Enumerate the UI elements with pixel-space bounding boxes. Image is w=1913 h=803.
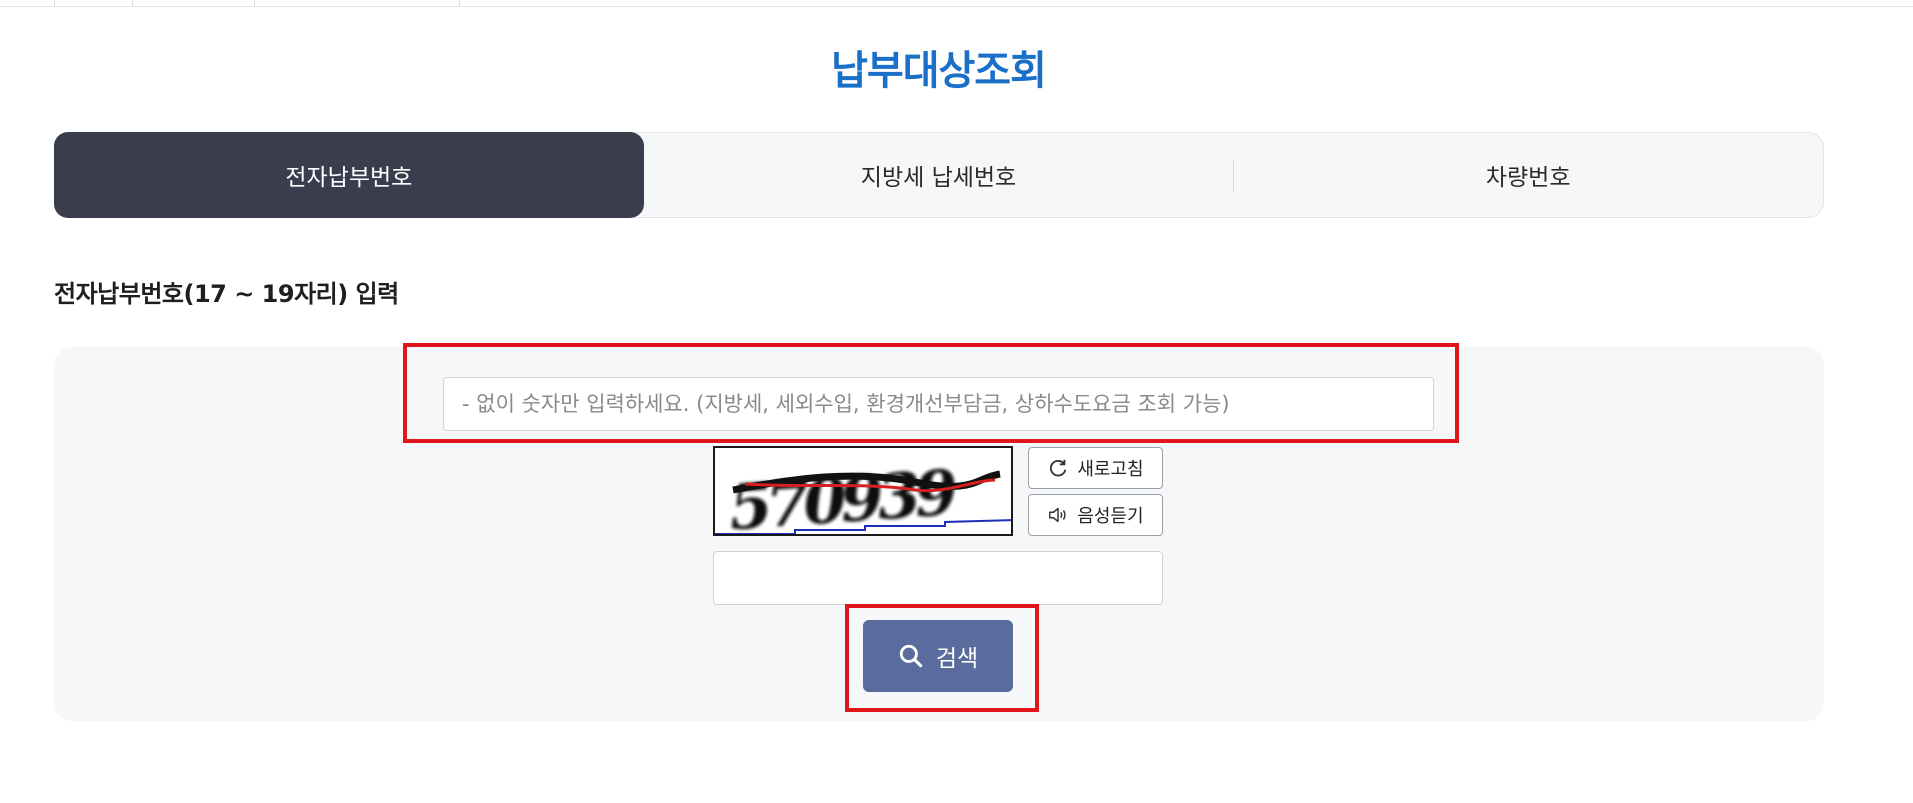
- page-title: 납부대상조회: [831, 48, 1047, 94]
- top-strip-divider: [132, 0, 133, 6]
- captcha-refresh-button[interactable]: 새로고침: [1028, 447, 1163, 489]
- tab-divider: [1233, 159, 1235, 191]
- captcha-image: 570939: [713, 446, 1013, 536]
- search-button[interactable]: 검색: [863, 620, 1013, 692]
- tab-local-tax-number[interactable]: 지방세 납세번호: [644, 133, 1234, 217]
- captcha-graphic: 570939: [715, 456, 1011, 536]
- speaker-icon: [1049, 507, 1066, 523]
- section-label: 전자납부번호(17 ~ 19자리) 입력: [54, 280, 399, 308]
- search-button-label: 검색: [935, 646, 979, 672]
- refresh-icon: [1050, 459, 1067, 477]
- top-strip-divider: [459, 0, 460, 6]
- tab-label: 전자납부번호: [285, 165, 413, 191]
- top-strip-divider: [254, 0, 255, 6]
- captcha-text: 570939: [727, 456, 959, 536]
- top-strip-divider: [54, 0, 55, 6]
- captcha-audio-label: 음성듣기: [1077, 506, 1144, 527]
- lookup-type-tabs: 전자납부번호 지방세 납세번호 차량번호: [54, 132, 1824, 218]
- top-browser-strip: [0, 0, 1913, 7]
- tab-electronic-payment-number[interactable]: 전자납부번호: [54, 132, 644, 218]
- tab-vehicle-number[interactable]: 차량번호: [1233, 133, 1823, 217]
- tab-label: 차량번호: [1485, 165, 1571, 191]
- tab-label: 지방세 납세번호: [860, 165, 1017, 191]
- search-icon: [899, 644, 923, 668]
- captcha-refresh-label: 새로고침: [1077, 459, 1144, 480]
- captcha-audio-button[interactable]: 음성듣기: [1028, 494, 1163, 536]
- payment-number-input[interactable]: [443, 377, 1434, 431]
- captcha-answer-input[interactable]: [713, 551, 1163, 605]
